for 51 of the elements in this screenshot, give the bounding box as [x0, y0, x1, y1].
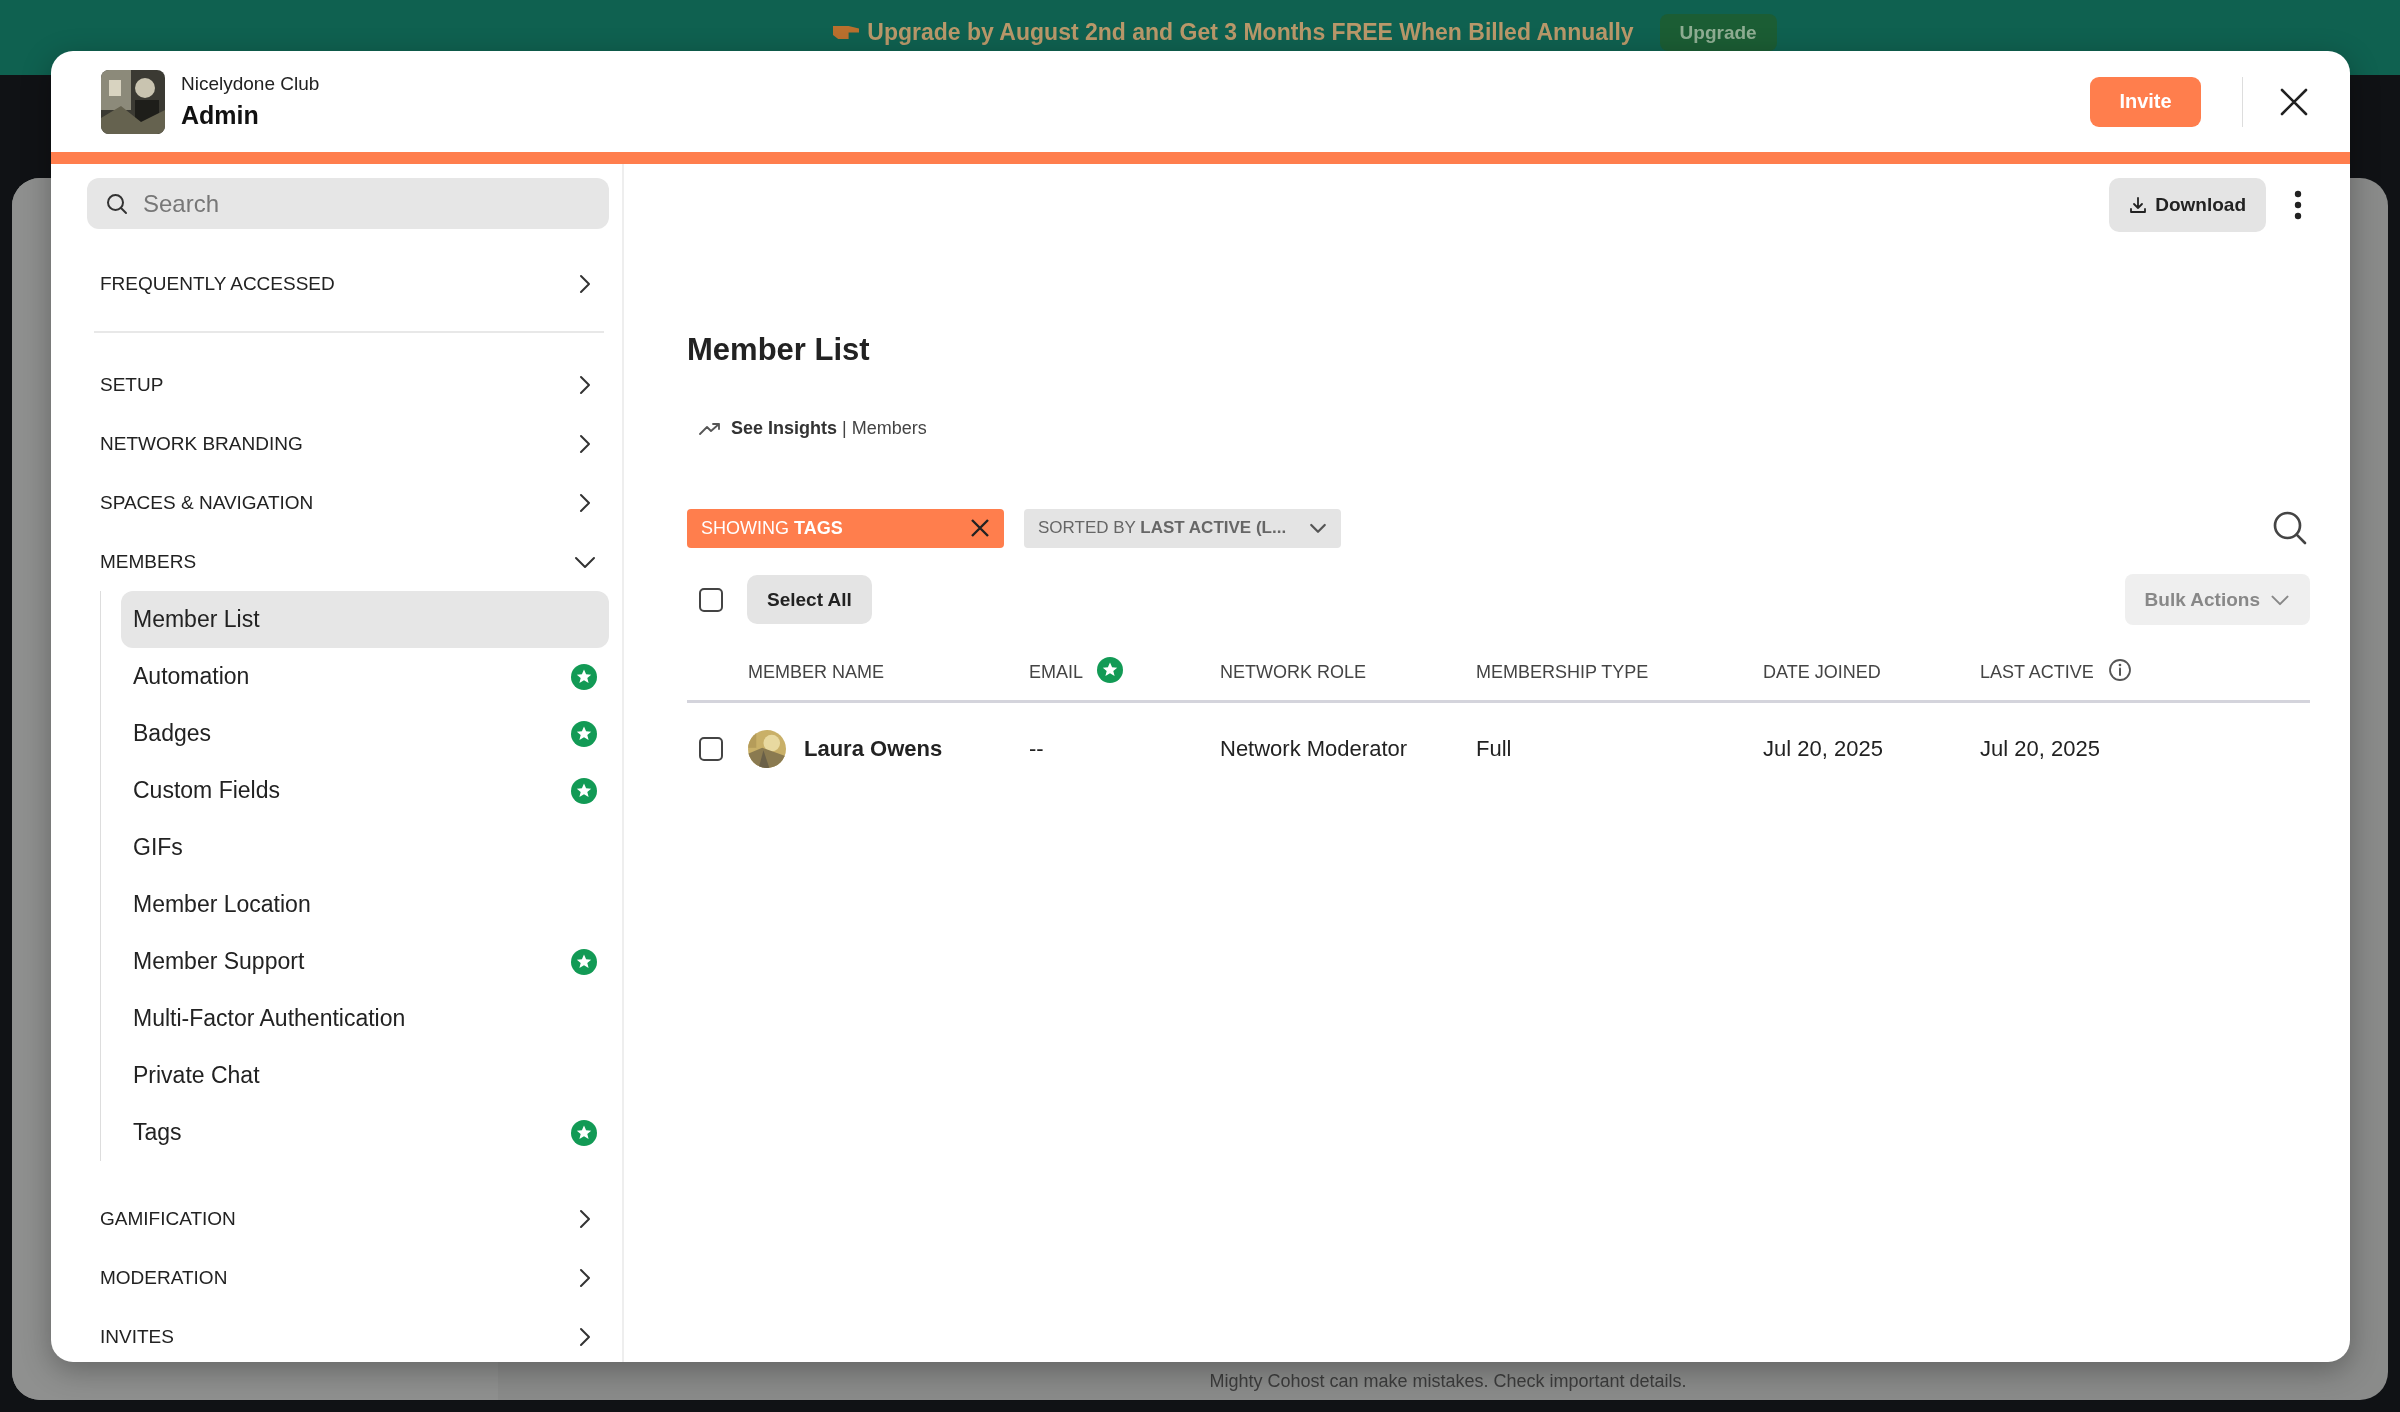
sort-dropdown[interactable]: SORTED BY LAST ACTIVE (L...: [1024, 508, 1341, 548]
download-icon: [2129, 196, 2148, 214]
more-options-icon: [2294, 190, 2302, 220]
sidebar-section[interactable]: MODERATION: [87, 1248, 609, 1307]
column-header: MEMBER NAME: [748, 662, 884, 683]
sidebar-item[interactable]: Automation: [121, 648, 609, 705]
table-cell: Jul 20, 2025: [1980, 736, 2100, 761]
pointing-hand-icon: [833, 25, 860, 39]
sidebar-section[interactable]: SPACES & NAVIGATION: [87, 473, 609, 532]
disclaimer-text: Mighty Cohost can make mistakes. Check important details.: [1208, 1371, 1688, 1392]
sidebar-section[interactable]: GAMIFICATION: [87, 1189, 609, 1248]
search-field[interactable]: Search: [87, 178, 609, 229]
sidebar-item[interactable]: Badges: [121, 705, 609, 762]
table-cell: Full: [1476, 736, 1512, 761]
page-title: Member List: [687, 332, 871, 368]
sidebar-item[interactable]: Member Location: [121, 876, 609, 933]
community-name: Nicelydone Club: [181, 73, 321, 95]
sidebar-section[interactable]: INVITES: [87, 1307, 609, 1362]
table-cell: --: [1029, 736, 1044, 761]
member-name[interactable]: Laura Owens: [804, 736, 943, 762]
table-cell: Jul 20, 2025: [1763, 736, 1883, 761]
sidebar-item[interactable]: GIFs: [121, 819, 609, 876]
sidebar-item[interactable]: Custom Fields: [121, 762, 609, 819]
select-all-button[interactable]: Select All: [747, 575, 872, 624]
column-header: NETWORK ROLE: [1220, 662, 1366, 683]
sidebar-item[interactable]: Private Chat: [121, 1047, 609, 1104]
column-header: DATE JOINED: [1763, 662, 1881, 683]
sidebar-item[interactable]: Multi-Factor Authentication: [121, 990, 609, 1047]
column-header: LAST ACTIVE: [1980, 662, 2094, 683]
select-all-checkbox[interactable]: [699, 587, 723, 612]
download-button[interactable]: Download: [2109, 178, 2266, 232]
info-icon[interactable]: [2107, 657, 2132, 682]
promo-text: Upgrade by August 2nd and Get 3 Months FREE When Billed Annually: [833, 14, 1634, 50]
column-header: MEMBERSHIP TYPE: [1476, 662, 1649, 683]
table-cell: Network Moderator: [1220, 736, 1408, 761]
sidebar-section[interactable]: MEMBERS: [87, 532, 609, 591]
close-icon[interactable]: [970, 518, 990, 538]
search-icon: [105, 192, 129, 216]
close-icon: [2279, 86, 2309, 117]
sidebar-section[interactable]: SETUP: [87, 355, 609, 414]
modal-title: Admin: [181, 101, 260, 130]
sidebar-item[interactable]: Member Support: [121, 933, 609, 990]
column-header: EMAIL: [1029, 662, 1084, 683]
trend-up-icon: [699, 421, 721, 436]
sidebar-item[interactable]: Tags: [121, 1104, 609, 1161]
insights-text: See Insights | Members: [731, 418, 927, 439]
sidebar-section[interactable]: FREQUENTLY ACCESSED: [87, 254, 609, 313]
see-insights-link[interactable]: See Insights: [731, 418, 838, 438]
sidebar-item[interactable]: Member List: [121, 591, 609, 648]
sidebar-section[interactable]: NETWORK BRANDING: [87, 414, 609, 473]
row-checkbox[interactable]: [699, 737, 723, 761]
